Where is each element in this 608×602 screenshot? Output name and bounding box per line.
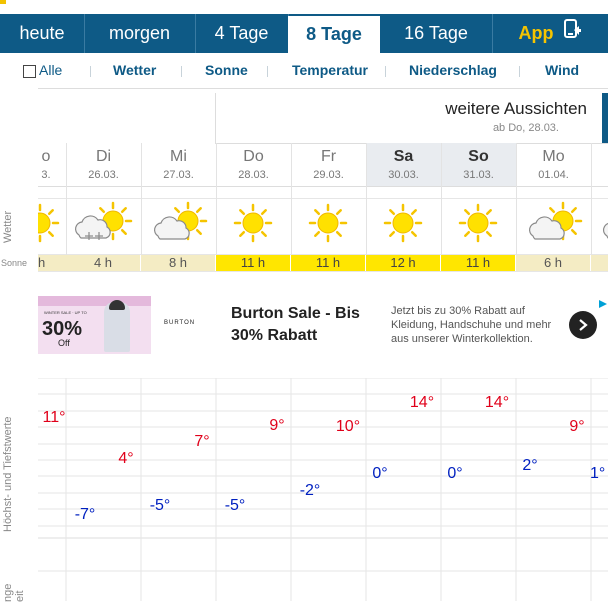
sunshine-cell [591, 255, 608, 271]
sunshine-cell: 4 h [66, 255, 140, 271]
divider [267, 66, 268, 77]
divider [519, 66, 520, 77]
filter-wind[interactable]: Wind [545, 53, 579, 88]
max-temp: 9° [569, 418, 585, 435]
sunshine-cell: 11 h [216, 255, 290, 271]
filter-temperatur[interactable]: Temperatur [292, 53, 368, 88]
cloud-icon [602, 216, 608, 240]
min-temp: -7° [74, 506, 96, 523]
min-temp: -5° [224, 497, 246, 514]
ad-image: WINTER SALE · UP TO 30% Off [38, 296, 151, 354]
tab-heute[interactable]: heute [0, 14, 85, 53]
divider [38, 198, 608, 199]
max-temp: 4° [118, 450, 134, 467]
ad-promo-small: WINTER SALE · UP TO [44, 310, 87, 315]
sunshine-cell: 6 h [516, 255, 590, 271]
max-temp: 7° [194, 433, 210, 450]
ad-pattern [38, 296, 151, 306]
tab-16-tage[interactable]: 16 Tage [380, 14, 493, 53]
ad-headline[interactable]: Burton Sale - Bis 30% Rabatt [231, 303, 366, 347]
ad-body: Jetzt bis zu 30% Rabatt auf Kleidung, Ha… [391, 305, 552, 345]
max-temp: 9° [269, 417, 285, 434]
day-header[interactable]: Mo 01.04. [516, 143, 591, 186]
row-label-weather: Wetter [2, 210, 14, 243]
top-strip [0, 0, 608, 14]
cloud-sun-icon [153, 201, 208, 241]
min-temp: 2° [522, 457, 538, 474]
snow-cloud-sun-icon [74, 201, 133, 241]
max-temp: 11° [42, 409, 66, 426]
day-header[interactable]: So 31.03. [441, 143, 516, 186]
tab-8-tage[interactable]: 8 Tage [288, 16, 380, 53]
phone-icon [562, 15, 582, 54]
filter-wetter[interactable]: Wetter [113, 53, 156, 88]
min-temp: 0° [372, 465, 388, 482]
sunshine-cell: 11 h [291, 255, 365, 271]
outlook-header[interactable]: weitere Aussichten ab Do, 28.03. [215, 93, 608, 144]
min-temp: 0° [447, 465, 463, 482]
min-temp: -2° [299, 482, 321, 499]
day-header[interactable]: Di 26.03. [66, 143, 141, 186]
outlook-title: weitere Aussichten [445, 99, 587, 118]
row-label-sun: Sonne [1, 258, 28, 268]
row-label-temps: Höchst- und Tiefstwerte [2, 416, 14, 532]
row-label-precip: nge [2, 583, 14, 602]
max-temp: 10° [335, 418, 361, 435]
day-header[interactable]: Fr 29.03. [291, 143, 366, 186]
sun-icon [233, 203, 273, 243]
filter-niederschlag[interactable]: Niederschlag [409, 53, 497, 88]
ad-promo-off: Off [58, 338, 70, 348]
ad-next-button[interactable] [569, 311, 597, 339]
cloud-sun-icon [528, 201, 583, 241]
day-header[interactable]: Mi 27.03. [141, 143, 216, 186]
sunshine-cell: h [38, 255, 66, 271]
outlook-edge [602, 93, 608, 143]
ad-figure-hat [109, 300, 125, 310]
tab-4-tage[interactable]: 4 Tage [195, 14, 289, 53]
divider [181, 66, 182, 77]
filter-all-label[interactable]: Alle [39, 53, 62, 88]
max-temp: 14° [484, 394, 510, 411]
tab-app-label: App [518, 23, 554, 43]
outlook-subtitle: ab Do, 28.03. [492, 122, 559, 134]
tab-app[interactable]: App [492, 14, 608, 53]
divider [90, 66, 91, 77]
sun-icon [458, 203, 498, 243]
sun-icon [383, 203, 423, 243]
divider [38, 271, 608, 272]
sunshine-cell: 12 h [366, 255, 440, 271]
sun-icon [38, 203, 60, 243]
filter-bar: Alle Wetter Sonne Temperatur Niederschla… [0, 53, 608, 89]
row-label-precip-2: eit [14, 590, 26, 602]
logo-mark [0, 0, 6, 4]
range-tabs: heute morgen 4 Tage 8 Tage 16 Tage App [0, 14, 608, 53]
min-temp: 1° [590, 465, 606, 482]
min-temp: -5° [149, 497, 171, 514]
sun-icon [308, 203, 348, 243]
sunshine-cell: 11 h [441, 255, 515, 271]
weather-icons-row [38, 201, 608, 243]
day-header[interactable]: Do 28.03. [216, 143, 291, 186]
ad-banner[interactable]: WINTER SALE · UP TO 30% Off BURTON Burto… [38, 296, 608, 354]
chevron-right-icon [579, 318, 588, 331]
ad-info-icon[interactable] [598, 296, 608, 314]
all-checkbox[interactable] [23, 65, 36, 78]
ad-brand: BURTON [164, 320, 196, 326]
max-temp: 14° [409, 394, 435, 411]
day-header[interactable]: Sa 30.03. [366, 143, 441, 186]
sunshine-cell: 8 h [141, 255, 215, 271]
filter-sonne[interactable]: Sonne [205, 53, 248, 88]
divider [385, 66, 386, 77]
day-header[interactable]: o 3. [38, 143, 66, 186]
tab-morgen[interactable]: morgen [84, 14, 196, 53]
divider [38, 186, 608, 187]
